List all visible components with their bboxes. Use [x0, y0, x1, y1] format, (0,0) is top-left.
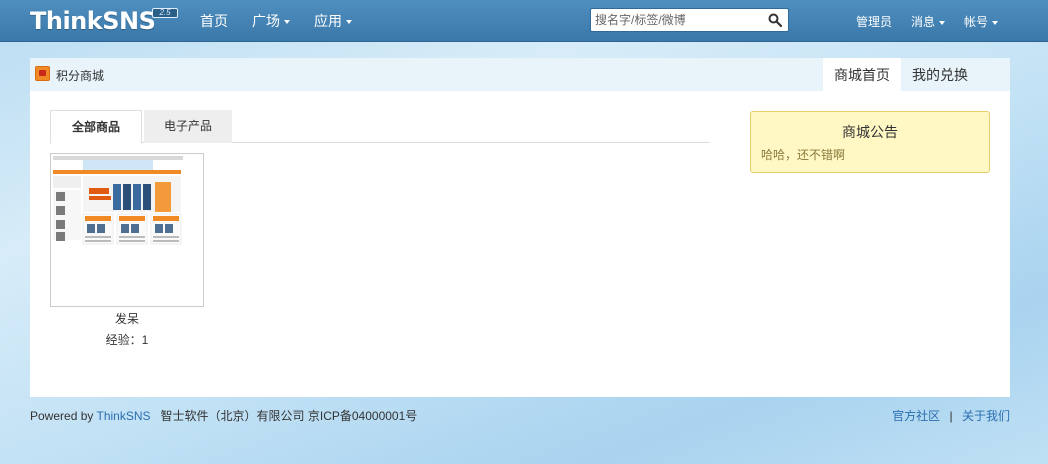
nav-item-apps[interactable]: 应用: [314, 0, 352, 42]
logo-version-badge: 2.5: [152, 8, 178, 18]
announcement-text: 哈哈，还不错啊: [761, 148, 846, 162]
product-image: [51, 154, 203, 306]
shop-icon: [35, 66, 50, 81]
footer-powered-by: Powered by ThinkSNS 智士软件（北京）有限公司 京ICP备04…: [30, 407, 417, 424]
company-info: 智士软件（北京）有限公司 京ICP备04000001号: [160, 409, 418, 423]
nav-item-label: 广场: [252, 13, 280, 29]
tab-mall-home[interactable]: 商城首页: [823, 58, 901, 91]
nav-item-square[interactable]: 广场: [252, 0, 290, 42]
nav-item-home[interactable]: 首页: [200, 0, 228, 42]
product-exp: 经验：1: [50, 331, 204, 348]
chevron-down-icon: [346, 20, 352, 25]
mall-panel: 积分商城 商城首页 我的兑换 全部商品 电子产品 发呆 经验：1 商城公告 哈哈…: [30, 58, 1010, 397]
search-box: [590, 8, 789, 32]
tab-my-exchanges[interactable]: 我的兑换: [901, 58, 979, 91]
footer-separator: |: [949, 409, 953, 423]
footer-links: 官方社区 | 关于我们: [892, 407, 1010, 424]
announcement-title: 商城公告: [842, 124, 898, 140]
page-title: 积分商城: [56, 69, 105, 83]
nav-item-label: 首页: [200, 13, 228, 29]
category-tabs: 全部商品 电子产品: [50, 110, 710, 144]
panel-header: 积分商城 商城首页 我的兑换: [30, 58, 1010, 91]
powered-prefix: Powered by: [30, 409, 97, 423]
user-nav-label: 帐号: [963, 15, 988, 29]
chevron-down-icon: [284, 20, 290, 25]
account-menu[interactable]: 帐号: [964, 0, 998, 42]
chevron-down-icon: [938, 20, 945, 25]
admin-link[interactable]: 管理员: [856, 0, 892, 42]
exp-value: 1: [141, 333, 149, 347]
user-nav: 管理员 消息 帐号: [837, 0, 998, 42]
user-nav-label: 消息: [910, 15, 935, 29]
product-name[interactable]: 发呆: [50, 310, 204, 327]
tab-all-products[interactable]: 全部商品: [50, 110, 142, 144]
official-community-link[interactable]: 官方社区: [892, 409, 940, 423]
messages-menu[interactable]: 消息: [911, 0, 945, 42]
announcement-box: 商城公告 哈哈，还不错啊: [750, 111, 990, 173]
search-input[interactable]: [595, 12, 765, 28]
search-icon[interactable]: [768, 13, 782, 27]
user-nav-label: 管理员: [855, 15, 892, 29]
chevron-down-icon: [992, 20, 998, 25]
top-navigation-bar: ThinkSNS 2.5 首页 广场 应用 管理员 消息 帐号: [0, 0, 1048, 42]
about-us-link[interactable]: 关于我们: [962, 409, 1010, 423]
main-nav: 首页 广场 应用: [200, 0, 376, 42]
product-thumbnail[interactable]: [50, 153, 204, 307]
thinksns-link[interactable]: ThinkSNS: [97, 409, 151, 423]
tab-electronics[interactable]: 电子产品: [144, 110, 232, 143]
site-logo[interactable]: ThinkSNS: [30, 7, 156, 37]
nav-item-label: 应用: [314, 13, 342, 29]
exp-label: 经验：: [105, 333, 142, 347]
